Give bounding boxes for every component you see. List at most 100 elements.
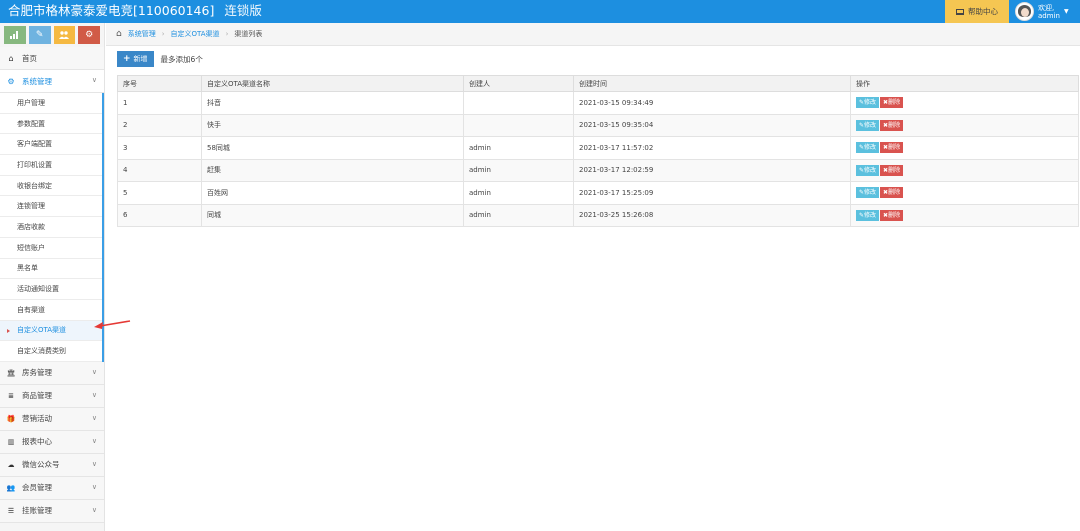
delete-label: 删除 — [888, 189, 901, 197]
sidebar-section[interactable]: ☰ 挂账管理 ∨ — [0, 499, 104, 523]
edit-label: 修改 — [864, 121, 877, 129]
chevron-down-icon: ∨ — [91, 459, 97, 468]
sidebar-section-label: 报表中心 — [22, 437, 52, 447]
limit-note: 最多添加6个 — [160, 54, 203, 64]
delete-button[interactable]: ✖删除 — [880, 142, 904, 154]
breadcrumb-current: 渠道列表 — [234, 30, 263, 38]
cell-no: 4 — [117, 158, 202, 182]
signal-icon — [10, 31, 19, 39]
list-icon: ☰ — [7, 506, 15, 515]
cell-actions: ✎修改 ✖删除 — [850, 158, 1079, 182]
cell-no: 2 — [117, 113, 202, 137]
sidebar-subitem[interactable]: 酒店收款 — [0, 217, 102, 238]
database-icon: ≣ — [8, 391, 14, 400]
edit-button[interactable]: ✎修改 — [856, 209, 880, 221]
delete-label: 删除 — [888, 121, 901, 129]
chevron-down-icon: ∨ — [91, 413, 97, 422]
gear-icon: ⚙ — [7, 76, 15, 86]
delete-button[interactable]: ✖删除 — [880, 187, 904, 199]
sidebar-sections: 🏛 房务管理 ∨ ≣ 商品管理 ∨ 🎁 营销活动 ∨ ▥ 报表中心 ∨ ☁ 微信公众号 ∨ 👥 会员管理 ∨ ☰ 挂账… — [0, 361, 104, 523]
edit-label: 修改 — [864, 99, 877, 107]
table-row: 2 快手 2021-03-15 09:35:04 ✎修改 ✖删除 — [117, 113, 1079, 137]
chevron-down-icon: ∨ — [91, 76, 97, 84]
sidebar-subitem[interactable]: 连锁管理 — [0, 196, 102, 218]
shortcut-users-button[interactable] — [53, 26, 76, 44]
breadcrumb-system[interactable]: 系统管理 — [128, 29, 156, 39]
add-button[interactable]: + 新增 — [117, 51, 154, 67]
sidebar-section[interactable]: 🏛 房务管理 ∨ — [0, 361, 104, 385]
sidebar-section[interactable]: 🎁 营销活动 ∨ — [0, 407, 104, 431]
cell-name: 赶集 — [201, 158, 464, 182]
cogs-icon: ⚙ — [85, 30, 94, 40]
edit-button[interactable]: ✎修改 — [856, 119, 880, 131]
shortcut-cogs-button[interactable]: ⚙ — [78, 26, 100, 44]
delete-button[interactable]: ✖删除 — [880, 164, 904, 176]
cell-name: 58同城 — [201, 136, 464, 160]
cell-actions: ✎修改 ✖删除 — [850, 136, 1079, 160]
cell-creator: admin — [463, 158, 574, 182]
edit-label: 修改 — [864, 211, 877, 219]
sidebar-subitem[interactable]: 用户管理 — [0, 93, 102, 114]
delete-label: 删除 — [888, 99, 901, 107]
sidebar: ✎ ⚙ ⌂ 首页 ⚙ 系统管理 ∨ 用户管理 参数配置 客户端配置 打印机设置 收银台绑… — [0, 23, 105, 531]
cell-time: 2021-03-17 11:57:02 — [573, 136, 851, 160]
plus-icon: + — [123, 54, 131, 64]
sidebar-subitem[interactable]: 自定义消费类别 — [0, 341, 102, 362]
channel-table: 序号 自定义OTA渠道名称 创建人 创建时间 操作 1 抖音 2021-03-15 … — [117, 75, 1079, 227]
edit-button[interactable]: ✎修改 — [856, 142, 880, 154]
shortcut-bar: ✎ ⚙ — [0, 23, 104, 47]
shortcut-signal-button[interactable] — [4, 26, 26, 44]
sidebar-section-label: 挂账管理 — [22, 506, 52, 516]
sidebar-subitem[interactable]: 活动通知设置 — [0, 279, 102, 300]
edition-label: 连锁版 — [224, 3, 262, 18]
header-creator: 创建人 — [463, 75, 574, 92]
home-icon: ⌂ — [8, 53, 14, 63]
edit-button[interactable]: ✎修改 — [856, 187, 880, 199]
help-center-button[interactable]: 帮助中心 — [945, 0, 1009, 23]
shortcut-pencil-button[interactable]: ✎ — [28, 26, 51, 44]
cell-no: 6 — [117, 203, 202, 227]
sidebar-subitem[interactable]: 短信账户 — [0, 237, 102, 259]
sidebar-section[interactable]: ≣ 商品管理 ∨ — [0, 384, 104, 408]
store-name: 合肥市格林豪泰爱电竞[110060146] — [8, 3, 215, 18]
gift-icon: 🎁 — [6, 414, 16, 423]
users-icon — [59, 31, 70, 39]
sidebar-subitem[interactable]: 参数配置 — [0, 113, 102, 135]
delete-label: 删除 — [888, 211, 901, 219]
caret-down-icon: ▼ — [1063, 8, 1069, 15]
sidebar-subitem[interactable]: 黑名单 — [0, 258, 102, 280]
breadcrumb-ota[interactable]: 自定义OTA渠道 — [171, 29, 220, 39]
cell-time: 2021-03-25 15:26:08 — [573, 203, 851, 227]
sidebar-section-system[interactable]: ⚙ 系统管理 ∨ — [0, 70, 104, 93]
sidebar-subitem[interactable]: 打印机设置 — [0, 155, 102, 176]
edit-button[interactable]: ✎修改 — [856, 164, 880, 176]
delete-button[interactable]: ✖删除 — [880, 209, 904, 221]
avatar — [1015, 2, 1034, 21]
monitor-icon — [956, 8, 964, 15]
system-submenu: 用户管理 参数配置 客户端配置 打印机设置 收银台绑定 连锁管理 酒店收款 短信账户 黑名单 活动… — [0, 93, 104, 362]
help-center-label: 帮助中心 — [968, 7, 998, 16]
sidebar-subitem[interactable]: 客户端配置 — [0, 134, 102, 156]
sidebar-item-home[interactable]: ⌂ 首页 — [0, 47, 104, 70]
annotation-arrow — [94, 320, 131, 329]
sidebar-subitem[interactable]: 收银台绑定 — [0, 175, 102, 197]
sidebar-section[interactable]: 👥 会员管理 ∨ — [0, 476, 104, 500]
delete-button[interactable]: ✖删除 — [880, 97, 904, 109]
chevron-down-icon: ∨ — [91, 482, 97, 491]
edit-label: 修改 — [864, 166, 877, 174]
sidebar-section-label: 房务管理 — [22, 368, 52, 378]
cell-name: 百姓网 — [201, 181, 464, 205]
edit-label: 修改 — [864, 189, 877, 197]
user-menu[interactable]: 欢迎, admin ▼ — [1012, 0, 1080, 23]
edit-label: 修改 — [864, 144, 877, 152]
sidebar-section[interactable]: ▥ 报表中心 ∨ — [0, 430, 104, 454]
edit-button[interactable]: ✎修改 — [856, 97, 880, 109]
chevron-right-icon: › — [225, 30, 229, 38]
delete-button[interactable]: ✖删除 — [880, 119, 904, 131]
sidebar-section[interactable]: ☁ 微信公众号 ∨ — [0, 453, 104, 477]
sidebar-subitem[interactable]: 自有渠道 — [0, 299, 102, 321]
cell-time: 2021-03-17 15:25:09 — [573, 181, 851, 205]
sidebar-subitem[interactable]: 自定义OTA渠道 — [0, 320, 102, 342]
cell-no: 3 — [117, 136, 202, 160]
breadcrumb: ⌂ 系统管理 › 自定义OTA渠道 › 渠道列表 — [106, 23, 1080, 46]
